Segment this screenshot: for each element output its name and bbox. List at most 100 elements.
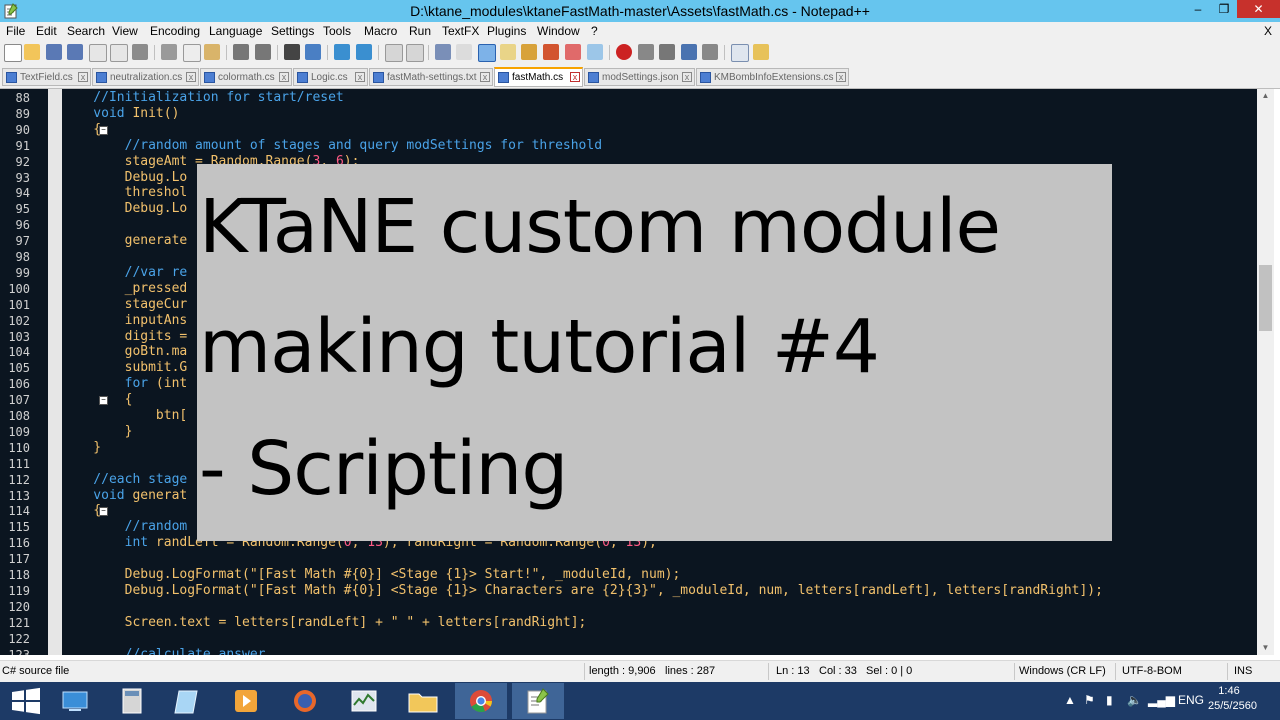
tab-logic[interactable]: Logic.cs x [293,68,368,86]
indent-guide-icon[interactable] [478,44,496,62]
firefox-icon[interactable] [279,683,331,719]
replace-icon[interactable] [305,44,321,60]
vertical-scrollbar[interactable]: ▲ ▼ [1257,89,1274,655]
code-line[interactable]: Debug.LogFormat("[Fast Math #{0}] <Stage… [62,583,1103,599]
sync-vertical-icon[interactable] [385,44,403,62]
menu-settings[interactable]: Settings [271,24,314,38]
show-hidden-icons-icon[interactable]: ▲ [1064,693,1076,707]
tab-close-icon[interactable]: x [186,72,196,82]
notes-app-icon[interactable] [163,683,215,719]
code-line[interactable]: } [62,424,133,440]
code-line[interactable]: Screen.text = letters[randLeft] + " " + … [62,615,587,631]
network-icon[interactable]: ▂▄▆ [1148,693,1175,707]
menu-run[interactable]: Run [409,24,431,38]
record-macro-icon[interactable] [616,44,632,60]
code-line[interactable]: threshol [62,185,188,201]
menu-macro[interactable]: Macro [364,24,397,38]
task-manager-icon[interactable] [338,683,390,719]
undo-icon[interactable] [233,44,249,60]
code-line[interactable]: //random [62,519,188,535]
tab-close-icon[interactable]: x [836,72,846,82]
stop-macro-icon[interactable] [638,44,654,60]
save-macro-icon[interactable] [702,44,718,60]
menu-edit[interactable]: Edit [36,24,57,38]
tab-close-icon[interactable]: x [480,72,490,82]
tab-close-icon[interactable]: x [355,72,365,82]
zoom-out-icon[interactable] [356,44,372,60]
menu-view[interactable]: View [112,24,138,38]
print-icon[interactable] [132,44,148,60]
tab-colormath[interactable]: colormath.cs x [200,68,292,86]
code-line[interactable]: Debug.LogFormat("[Fast Math #{0}] <Stage… [62,567,681,583]
code-line[interactable]: { [62,122,101,138]
notepadpp-taskbar-icon[interactable] [512,683,564,719]
tab-kmbombinfoextensions[interactable]: KMBombInfoExtensions.cs x [696,68,849,86]
code-line[interactable]: //each stage [62,472,187,488]
menu-tools[interactable]: Tools [323,24,351,38]
user-lang-icon[interactable] [500,44,516,60]
explorer-icon[interactable] [753,44,769,60]
input-language[interactable]: ENG [1178,693,1204,707]
new-file-icon[interactable] [4,44,22,62]
scrollbar-thumb[interactable] [1259,265,1272,331]
close-document-button[interactable]: X [1264,24,1272,38]
close-button[interactable]: ✕ [1237,0,1280,18]
play-multiple-icon[interactable] [681,44,697,60]
sync-horizontal-icon[interactable] [406,44,424,62]
system-clock[interactable]: 1:46 25/5/2560 [1208,684,1257,714]
play-macro-icon[interactable] [659,44,675,60]
code-line[interactable]: void generat [62,488,187,504]
code-line[interactable]: //calculate answer [62,647,266,656]
scroll-down-icon[interactable]: ▼ [1260,643,1271,653]
cut-icon[interactable] [161,44,177,60]
maximize-button[interactable]: ❐ [1211,0,1237,18]
menu-textfx[interactable]: TextFX [442,24,479,38]
status-eol[interactable]: Windows (CR LF) [1019,665,1106,677]
code-line[interactable]: stageCur [62,297,188,313]
tab-close-icon[interactable]: x [570,72,580,82]
code-line[interactable]: { [62,392,133,408]
window-icon[interactable] [731,44,749,62]
tab-fastmath[interactable]: fastMath.cs x [494,67,583,87]
close-file-icon[interactable] [89,44,107,62]
redo-icon[interactable] [255,44,271,60]
find-icon[interactable] [284,44,300,60]
flag-icon[interactable]: ⚑ [1084,693,1095,707]
paste-icon[interactable] [204,44,220,60]
scroll-up-icon[interactable]: ▲ [1260,91,1271,101]
tab-neutralization[interactable]: neutralization.cs x [92,68,199,86]
word-wrap-icon[interactable] [435,44,451,60]
menu-search[interactable]: Search [67,24,105,38]
folder-workspace-icon[interactable] [565,44,581,60]
code-line[interactable]: submit.G [62,360,188,376]
code-line[interactable]: btn[ [62,408,187,424]
show-all-chars-icon[interactable] [456,44,472,60]
code-line[interactable]: Debug.Lo [62,201,188,217]
code-line[interactable]: //random amount of stages and query modS… [62,138,602,154]
zoom-in-icon[interactable] [334,44,350,60]
close-all-icon[interactable] [110,44,128,62]
chrome-icon[interactable] [455,683,507,719]
code-line[interactable]: Debug.Lo [62,170,188,186]
tab-close-icon[interactable]: x [682,72,692,82]
menu-file[interactable]: File [6,24,25,38]
function-list-icon[interactable] [543,44,559,60]
tab-close-icon[interactable]: x [279,72,289,82]
code-line[interactable]: for (int [62,376,188,392]
calculator-icon[interactable] [106,683,158,719]
code-line[interactable]: //var re [62,265,188,281]
remote-desktop-icon[interactable] [49,683,101,719]
code-line[interactable]: void Init() [62,106,179,122]
tab-textfield[interactable]: TextField.cs x [2,68,91,86]
menu-window[interactable]: Window [537,24,580,38]
code-line[interactable]: generate [62,233,188,249]
monitoring-icon[interactable] [587,44,603,60]
minimize-button[interactable]: – [1185,0,1211,18]
code-line[interactable]: { [62,503,101,519]
tab-fastmath-settings[interactable]: fastMath-settings.txt x [369,68,493,86]
menu-language[interactable]: Language [209,24,262,38]
volume-icon[interactable]: 🔈 [1127,693,1142,707]
power-icon[interactable]: ▮ [1106,693,1113,707]
code-line[interactable]: inputAns [62,313,188,329]
tab-close-icon[interactable]: x [78,72,88,82]
